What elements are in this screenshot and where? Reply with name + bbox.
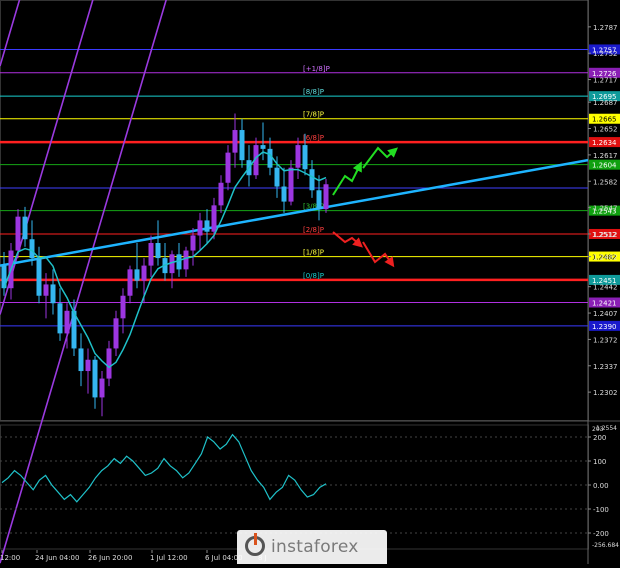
chart-canvas[interactable]: 1.2757[+1/8]P1.2726[8/8]P1.2695[7/8]P1.2… [0,0,620,564]
price-tick-label: 1.2302 [593,389,618,397]
channel-line [0,0,167,564]
price-tick-label: 1.2337 [593,363,618,371]
candle-body [155,243,161,259]
price-tick-label: 1.2547 [593,205,618,213]
candle-body [260,145,266,149]
murrey-level-label: [6/8]P [303,134,324,142]
candle-body [225,152,231,183]
oscillator-tick-label: -200 [593,530,609,538]
price-tick-label: 1.2687 [593,99,618,107]
price-marker-label: 1.2665 [592,116,617,124]
murrey-level-label: [7/8]P [303,111,324,119]
price-tick-label: 1.2512 [593,231,618,239]
oscillator-bottom-value: -256.684 [592,542,619,549]
price-tick-label: 1.2787 [593,24,618,32]
candle-body [288,167,294,202]
oscillator-tick-label: 200 [593,434,606,442]
oscillator-tick-label: 100 [593,458,606,466]
candle-body [15,216,21,251]
price-tick-label: 1.2652 [593,126,618,134]
candle-body [78,348,84,372]
candle-body [316,190,322,210]
candle-body [134,269,140,281]
candle-body [43,284,49,296]
candle-body [204,220,210,232]
price-marker-label: 1.2421 [592,300,617,308]
candle-body [183,250,189,270]
forex-chart: 1.2757 [+1/8]P 1.2726 [8/8]P 1.2695 [7/8]P 1.2… [0,0,620,564]
candle-body [141,265,147,281]
candle-body [148,243,154,266]
candle-body [127,269,133,296]
candle-body [120,295,126,319]
projection-arrow [332,161,362,196]
candle-body [281,186,287,202]
trend-line [0,158,589,267]
candle-body [50,284,56,304]
candle-body [22,216,28,240]
price-tick-label: 1.2372 [593,336,618,344]
candle-body [190,235,196,251]
candle-body [29,239,35,259]
time-axis-label: 12:00 [0,554,20,562]
logo-icon [245,533,265,556]
candle-body [295,145,301,168]
candle-body [267,148,273,168]
candle-body [92,359,98,398]
candle-body [302,145,308,170]
price-tick-label: 1.2582 [593,178,618,186]
oscillator-tick-label: -100 [593,506,609,514]
time-axis-label: 26 Jun 20:00 [88,554,132,562]
candle-body [57,303,63,334]
candle-body [197,220,203,236]
price-tick-label: 1.2407 [593,310,618,318]
oscillator-line [1,433,327,503]
candle-body [64,310,70,334]
instaforex-watermark: instaforex [237,530,387,564]
candle-body [239,130,245,161]
channel-line [0,0,94,315]
candle-body [36,258,42,296]
time-axis-label: 24 Jun 04:00 [35,554,79,562]
projection-arrow [362,241,395,268]
candle-body [85,359,91,372]
time-axis-label: 1 Jul 12:00 [150,554,188,562]
price-tick-label: 1.2617 [593,152,618,160]
price-tick-label: 1.2717 [593,77,618,85]
murrey-level-label: [2/8]P [303,226,324,234]
channel-line [0,0,21,67]
price-tick-label: 1.2752 [593,50,618,58]
price-marker-label: 1.2390 [592,323,617,331]
candle-body [211,205,217,232]
candle-body [274,167,280,187]
candle-body [232,130,238,153]
candle-body [106,348,112,379]
watermark-text: instaforex [271,537,359,557]
candle-body [99,378,105,398]
price-marker-label: 1.2634 [592,139,617,147]
candle-body [309,169,315,191]
candle-body [113,318,119,349]
murrey-level-label: [8/8]P [303,88,324,96]
murrey-level-label: [+1/8]P [303,65,330,73]
price-tick-label: 1.2442 [593,284,618,292]
oscillator-top-value: 1.2554 [596,425,617,432]
murrey-level-label: [0/8]P [303,272,324,280]
murrey-level-label: [1/8]P [303,249,324,257]
oscillator-tick-label: 0.00 [593,482,609,490]
price-marker-label: 1.2604 [592,162,617,170]
candle-body [323,184,329,210]
price-tick-label: 1.2482 [593,254,618,262]
candle-body [218,182,224,206]
